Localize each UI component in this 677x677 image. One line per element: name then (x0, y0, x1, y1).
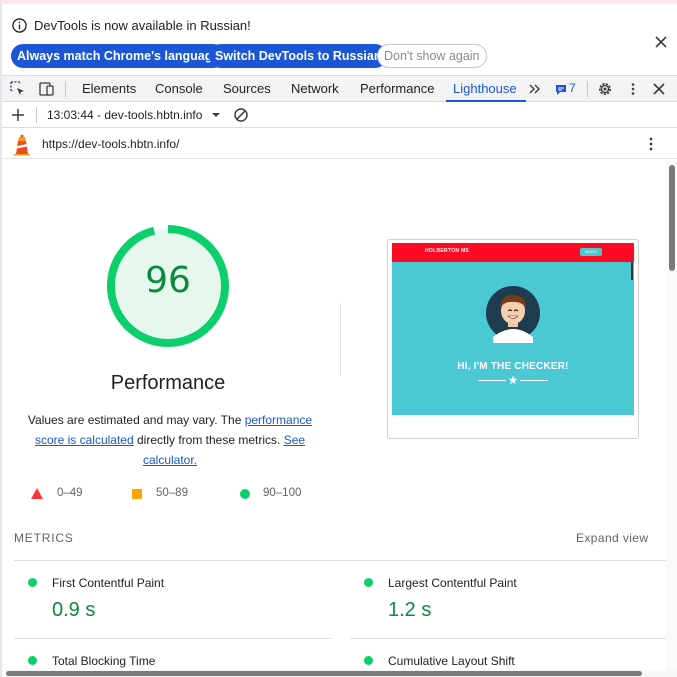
category-title: Performance (110, 372, 226, 394)
metric-pass-icon (364, 578, 373, 587)
tab-separator (587, 81, 588, 97)
infobar-message: DevTools is now available in Russian! (34, 18, 251, 33)
metrics-header: METRICS (14, 531, 74, 545)
issues-icon[interactable] (552, 80, 570, 98)
metrics-divider (14, 560, 666, 561)
headline-rule-right (520, 380, 548, 381)
more-options-icon[interactable] (624, 80, 642, 98)
more-tabs-chevron-icon[interactable] (526, 80, 544, 98)
pass-circle-icon (240, 489, 250, 499)
final-screenshot[interactable]: HOLBERTON MS VIDEO HI, I'M THE CHECKER! (387, 239, 639, 439)
metric-pass-icon (28, 656, 37, 665)
expand-view-toggle[interactable]: Expand view (576, 531, 648, 545)
tab-console[interactable]: Console (155, 81, 203, 96)
metric-lcp-value: 1.2 s (388, 599, 432, 621)
settings-gear-icon[interactable] (596, 80, 614, 98)
legend-pass-range: 90–100 (263, 487, 302, 499)
dropdown-arrow-icon[interactable] (207, 106, 225, 124)
tab-elements[interactable]: Elements (82, 81, 136, 96)
avatar (486, 286, 540, 343)
info-icon (12, 18, 27, 33)
tab-sources[interactable]: Sources (223, 81, 271, 96)
report-selector[interactable]: 13:03:44 - dev-tools.hbtn.info (47, 108, 202, 122)
toolbar-separator (36, 107, 37, 123)
lighthouse-toolbar: 13:03:44 - dev-tools.hbtn.info (2, 103, 677, 128)
inspect-element-icon[interactable] (9, 80, 27, 98)
metric-fcp-value: 0.9 s (52, 599, 96, 621)
device-toolbar-icon[interactable] (37, 80, 55, 98)
horizontal-scroll-thumb[interactable] (6, 671, 642, 676)
lighthouse-logo-icon (14, 134, 30, 156)
metric-row-divider (14, 638, 332, 639)
close-devtools-icon[interactable] (650, 80, 668, 98)
report-url: https://dev-tools.hbtn.info/ (42, 137, 180, 151)
headline-rule-left (478, 380, 506, 381)
metric-lcp-name: Largest Contentful Paint (388, 576, 517, 590)
clear-reports-icon[interactable] (232, 106, 250, 124)
tab-separator (65, 81, 66, 97)
report-menu-icon[interactable] (642, 135, 660, 153)
switch-to-russian-button[interactable]: Switch DevTools to Russian (209, 44, 388, 68)
screenshot-headline: HI, I'M THE CHECKER! (457, 361, 569, 372)
average-square-icon (132, 489, 142, 499)
screenshot-scrollbar (631, 262, 633, 280)
metric-pass-icon (28, 578, 37, 587)
legend-fail-range: 0–49 (57, 487, 83, 499)
dont-show-again-button[interactable]: Don't show again (377, 44, 487, 68)
tab-network[interactable]: Network (291, 81, 339, 96)
devtools-tabbar: Elements Console Sources Network Perform… (2, 75, 677, 102)
score-description: Values are estimated and may vary. The p… (20, 410, 320, 470)
issues-count[interactable]: 7 (569, 81, 576, 95)
language-infobar: DevTools is now available in Russian! Al… (2, 4, 677, 74)
add-report-icon[interactable] (9, 106, 27, 124)
lighthouse-report: 96 Performance Values are estimated and … (2, 160, 677, 677)
always-match-language-button[interactable]: Always match Chrome's language (11, 44, 226, 68)
desc-text: directly from these metrics. (133, 433, 284, 447)
vertical-scrollbar[interactable] (666, 160, 677, 670)
close-icon[interactable] (653, 34, 669, 50)
vertical-divider (340, 303, 341, 376)
metric-pass-icon (364, 656, 373, 665)
screenshot-nav-button: VIDEO (580, 248, 602, 256)
fail-triangle-icon (31, 488, 43, 499)
report-url-row: https://dev-tools.hbtn.info/ (2, 129, 677, 159)
screenshot-brand: HOLBERTON MS (425, 248, 470, 254)
screenshot-hero: HI, I'M THE CHECKER! (392, 262, 634, 415)
star-icon (508, 375, 518, 385)
horizontal-scrollbar[interactable] (2, 670, 677, 677)
desc-text: Values are estimated and may vary. The (27, 413, 245, 427)
vertical-scroll-thumb[interactable] (669, 165, 675, 271)
active-tab-indicator (446, 100, 526, 102)
tab-lighthouse[interactable]: Lighthouse (453, 81, 517, 96)
legend-average-range: 50–89 (156, 487, 188, 499)
metric-tbt-name: Total Blocking Time (52, 654, 156, 668)
metric-cls-name: Cumulative Layout Shift (388, 654, 515, 668)
metric-fcp-name: First Contentful Paint (52, 576, 165, 590)
metric-row-divider (350, 638, 666, 639)
tab-performance[interactable]: Performance (360, 81, 434, 96)
screenshot-navbar: HOLBERTON MS VIDEO (392, 243, 634, 262)
performance-score: 96 (145, 260, 191, 301)
